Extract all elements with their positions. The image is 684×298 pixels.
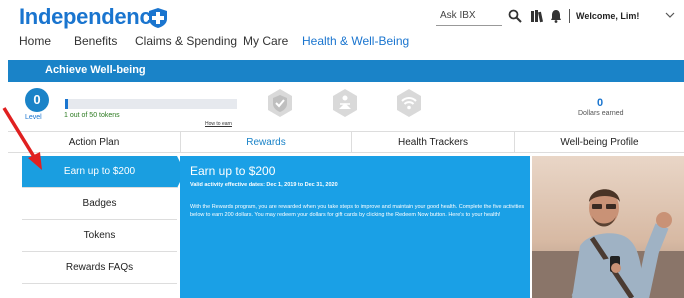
red-arrow-icon <box>2 107 42 170</box>
page-title: Achieve Well-being <box>45 64 146 76</box>
tokens-count-text: 1 out of 50 tokens <box>64 112 120 119</box>
nav-benefits[interactable]: Benefits <box>74 34 117 48</box>
nav-my-care[interactable]: My Care <box>243 34 288 48</box>
nav-home[interactable]: Home <box>19 34 51 48</box>
token-progress-fill <box>65 99 69 109</box>
meditation-person-token-icon[interactable] <box>330 88 360 118</box>
wifi-token-icon[interactable] <box>394 88 424 118</box>
panel-title: Earn up to $200 <box>190 164 276 178</box>
search-icon[interactable] <box>508 9 522 23</box>
panel-description: With the Rewards program, you are reward… <box>190 204 525 218</box>
books-icon[interactable] <box>530 9 544 23</box>
side-nav-badges[interactable]: Badges <box>22 188 177 220</box>
checkmark-shield-token-icon[interactable] <box>265 88 295 118</box>
man-with-phone-photo <box>532 156 684 298</box>
welcome-text[interactable]: Welcome, Lim! <box>576 11 639 21</box>
brand-logo-text[interactable]: Independence <box>19 4 164 30</box>
how-to-earn-link[interactable]: How to earn <box>205 121 232 127</box>
token-progress-bar <box>65 99 237 109</box>
nav-health-well-being[interactable]: Health & Well-Being <box>302 34 409 48</box>
rewards-tabs: Action Plan Rewards Health Trackers Well… <box>8 131 684 153</box>
blue-cross-shield-icon <box>149 8 167 28</box>
panel-dates: Valid activity effective dates: Dec 1, 2… <box>190 182 338 188</box>
chevron-down-icon[interactable] <box>665 11 675 19</box>
tab-health-trackers[interactable]: Health Trackers <box>352 132 515 153</box>
header-separator <box>569 9 570 23</box>
tab-rewards[interactable]: Rewards <box>181 132 352 153</box>
bell-icon[interactable] <box>550 9 562 23</box>
tab-well-being-profile[interactable]: Well-being Profile <box>515 132 684 153</box>
page-banner: Achieve Well-being <box>8 60 684 82</box>
rewards-info-panel: Earn up to $200 Valid activity effective… <box>180 156 530 298</box>
side-nav-tokens[interactable]: Tokens <box>22 220 177 252</box>
nav-claims-spending[interactable]: Claims & Spending <box>135 34 237 48</box>
top-navigation: Home Benefits Claims & Spending My Care … <box>0 34 684 54</box>
dollars-earned-value: 0 <box>597 97 604 109</box>
search-input[interactable]: Ask IBX <box>436 8 502 26</box>
dollars-earned-label: Dollars earned <box>578 110 624 117</box>
side-nav-rewards-faqs[interactable]: Rewards FAQs <box>22 252 177 284</box>
